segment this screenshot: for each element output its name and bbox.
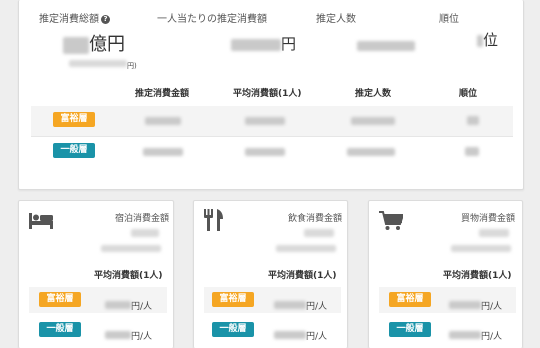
card-title: 飲食消費金額 (288, 214, 343, 224)
people-hidden (357, 40, 415, 51)
total-label: 推定消費総額? (39, 10, 110, 25)
general-avg: 円/人 (449, 324, 502, 343)
summary-card: 推定消費総額? 一人当たりの推定消費額 推定人数 順位 億円 円) 円 位 推定… (18, 0, 524, 190)
value-hidden (449, 330, 481, 339)
general-badge: 一般層 (212, 322, 254, 337)
card-title: 買物消費金額 (461, 214, 516, 224)
people-value (357, 35, 415, 54)
value-hidden (105, 300, 131, 309)
card-amount-sub-hidden (451, 245, 511, 252)
value-hidden (274, 330, 306, 339)
accommodation-card: 宿泊消費金額 平均消費額(1人) 富裕層 円/人 一般層 円/人 (18, 200, 174, 348)
per-person-label: 一人当たりの推定消費額 (157, 14, 267, 25)
help-icon[interactable]: ? (101, 15, 110, 24)
cell-hidden (143, 148, 183, 156)
total-sub-hidden (69, 60, 127, 67)
cell-hidden (245, 148, 285, 156)
total-value-hidden (63, 36, 89, 54)
wealthy-avg: 円/人 (105, 294, 152, 313)
total-sub-unit: 円) (127, 62, 137, 70)
unit-text: 円/人 (131, 332, 153, 342)
wealthy-badge: 富裕層 (39, 292, 81, 307)
cell-hidden (351, 117, 395, 125)
unit-text: 円/人 (306, 302, 328, 312)
unit-text: 円/人 (306, 332, 328, 342)
unit-text: 円/人 (481, 332, 503, 342)
rank-hidden (477, 34, 483, 47)
value-hidden (449, 300, 481, 309)
general-badge: 一般層 (389, 322, 431, 337)
per-person-value: 円 (231, 33, 296, 54)
card-amount-hidden (131, 229, 159, 237)
col-avg: 平均消費額(1人) (233, 89, 302, 99)
unit-text: 円/人 (481, 302, 503, 312)
avg-label: 平均消費額(1人) (443, 271, 512, 281)
wealthy-avg: 円/人 (449, 294, 502, 313)
wealthy-badge: 富裕層 (212, 292, 254, 307)
general-badge: 一般層 (39, 322, 81, 337)
bed-icon (29, 213, 53, 229)
rank-unit: 位 (483, 31, 499, 49)
col-people: 推定人数 (355, 89, 392, 99)
card-amount-hidden (304, 229, 334, 237)
total-sub-value: 円) (69, 53, 137, 72)
rank-value: 位 (477, 29, 498, 50)
shopping-cart-icon (379, 211, 403, 230)
card-title: 宿泊消費金額 (115, 214, 170, 224)
shopping-card: 買物消費金額 平均消費額(1人) 富裕層 円/人 一般層 円/人 (368, 200, 523, 348)
per-person-hidden (231, 38, 281, 51)
cell-hidden (467, 116, 479, 125)
people-label: 推定人数 (316, 14, 356, 25)
card-amount-sub-hidden (276, 245, 336, 252)
rank-label: 順位 (439, 14, 459, 25)
wealthy-badge: 富裕層 (389, 292, 431, 307)
col-amount: 推定消費金額 (135, 89, 190, 99)
card-amount-sub-hidden (101, 245, 161, 252)
card-amount-hidden (479, 229, 509, 237)
value-hidden (274, 300, 306, 309)
dining-card: 飲食消費金額 平均消費額(1人) 富裕層 円/人 一般層 円/人 (193, 200, 348, 348)
col-rank: 順位 (459, 89, 478, 99)
general-avg: 円/人 (274, 324, 327, 343)
avg-label: 平均消費額(1人) (94, 271, 163, 281)
general-badge: 一般層 (53, 143, 95, 158)
wealthy-badge: 富裕層 (53, 112, 95, 127)
general-avg: 円/人 (105, 324, 152, 343)
cell-hidden (347, 148, 395, 156)
row-divider (31, 136, 513, 137)
avg-label: 平均消費額(1人) (268, 271, 337, 281)
cell-hidden (245, 117, 285, 125)
fork-knife-icon (204, 209, 223, 231)
value-hidden (105, 330, 131, 339)
per-person-unit: 円 (281, 35, 297, 53)
cell-hidden (465, 147, 479, 156)
total-unit: 億円 (89, 34, 125, 55)
unit-text: 円/人 (131, 302, 153, 312)
cell-hidden (145, 117, 181, 125)
wealthy-avg: 円/人 (274, 294, 327, 313)
